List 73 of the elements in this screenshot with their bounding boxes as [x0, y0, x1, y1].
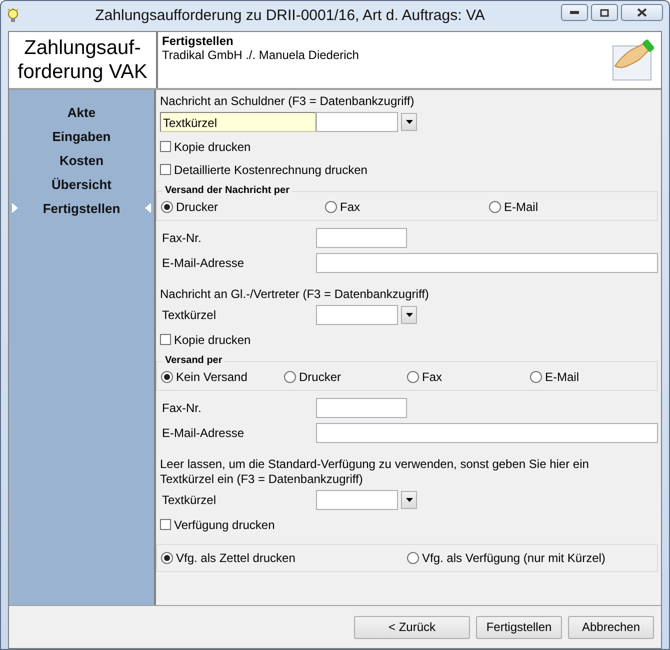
- radio-button[interactable]: [407, 552, 419, 564]
- radio-label: E-Mail: [545, 370, 580, 384]
- radio-label: Kein Versand: [176, 370, 248, 384]
- close-icon: [637, 8, 647, 17]
- field-label: Textkürzel: [161, 492, 218, 509]
- group-title: Versand per: [163, 355, 224, 366]
- combo-field[interactable]: [316, 490, 398, 510]
- field-label: E-Mail-Adresse: [161, 255, 246, 272]
- group-title: Versand der Nachricht per: [163, 185, 292, 196]
- footer-button[interactable]: Abbrechen: [568, 616, 654, 638]
- maximize-button[interactable]: [591, 4, 618, 21]
- radio-button[interactable]: [161, 371, 173, 383]
- arrow-right-icon: [12, 203, 18, 213]
- radio-label: Fax: [340, 200, 360, 214]
- radio-button[interactable]: [284, 371, 296, 383]
- radio-label: Vfg. als Verfügung (nur mit Kürzel): [422, 551, 606, 565]
- minimize-icon: [570, 11, 579, 14]
- radio-label: Drucker: [299, 370, 342, 384]
- caret-icon: [406, 498, 412, 502]
- section-heading: Nachricht an Gl.-/Vertreter (F3 = Datenbankzugriff): [160, 287, 430, 302]
- form-title: Zahlungsauf-: [24, 36, 141, 60]
- checkbox[interactable]: [160, 519, 171, 530]
- maximize-icon: [600, 8, 609, 16]
- form-title: forderung VAK: [18, 60, 148, 84]
- radio-button[interactable]: [407, 371, 419, 383]
- checkbox[interactable]: [160, 164, 171, 175]
- input-field[interactable]: [316, 423, 658, 443]
- sidebar-item[interactable]: Eingaben: [18, 128, 145, 144]
- combo-field[interactable]: [316, 305, 398, 325]
- dropdown-button[interactable]: [401, 491, 417, 509]
- field-label: Textkürzel: [160, 112, 316, 132]
- arrow-left-icon: [145, 203, 151, 213]
- dropdown-button[interactable]: [401, 306, 417, 324]
- footer-button[interactable]: < Zurück: [354, 616, 470, 638]
- radio-button[interactable]: [161, 201, 173, 213]
- sidebar-item[interactable]: Kosten: [18, 152, 145, 168]
- input-field[interactable]: [316, 253, 658, 273]
- field-label: E-Mail-Adresse: [161, 425, 246, 442]
- radio-label: E-Mail: [504, 200, 538, 214]
- minimize-button[interactable]: [561, 4, 588, 21]
- checkbox[interactable]: [160, 141, 171, 152]
- checkbox-label: Kopie drucken: [174, 332, 251, 346]
- sidebar-item[interactable]: Fertigstellen: [18, 200, 145, 216]
- close-button[interactable]: [621, 4, 663, 21]
- checkbox-label: Verfügung drucken: [174, 518, 275, 532]
- lightbulb-icon: [7, 8, 19, 24]
- checkbox[interactable]: [160, 334, 171, 345]
- input-field[interactable]: [316, 228, 407, 248]
- radio-label: Fax: [422, 370, 442, 384]
- checkbox-label: Kopie drucken: [174, 140, 251, 154]
- section-heading: Nachricht an Schuldner (F3 = Datenbankzugriff): [160, 94, 416, 109]
- radio-label: Vfg. als Zettel drucken: [176, 551, 296, 565]
- dropdown-button[interactable]: [401, 113, 417, 131]
- caret-icon: [406, 313, 412, 317]
- combo-field[interactable]: [316, 112, 398, 132]
- radio-button[interactable]: [161, 552, 173, 564]
- input-field[interactable]: [316, 398, 407, 418]
- field-label: Fax-Nr.: [161, 400, 202, 417]
- radio-label: Drucker: [176, 200, 218, 214]
- footer-button[interactable]: Fertigstellen: [476, 616, 562, 638]
- radio-button[interactable]: [530, 371, 542, 383]
- sidebar-item[interactable]: Übersicht: [18, 176, 145, 192]
- section-heading: Leer lassen, um die Standard-Verfügung zu verwenden, sonst geben Sie hier ein Textkürzel ein (F3 = Datenbankzugriff): [160, 457, 590, 487]
- caret-icon: [406, 120, 412, 124]
- window-title: Zahlungsaufforderung zu DRII-0001/16, Art d. Auftrags: VA: [94, 7, 486, 24]
- field-label: Textkürzel: [161, 307, 218, 324]
- sidebar-item[interactable]: Akte: [18, 104, 145, 120]
- checkbox-label: Detaillierte Kostenrechnung drucken: [174, 162, 368, 176]
- radio-button[interactable]: [489, 201, 501, 213]
- step-title: Fertigstellen: [162, 34, 234, 48]
- field-label: Fax-Nr.: [161, 230, 202, 247]
- radio-button[interactable]: [325, 201, 337, 213]
- case-subtitle: Tradikal GmbH ./. Manuela Diederich: [162, 48, 360, 62]
